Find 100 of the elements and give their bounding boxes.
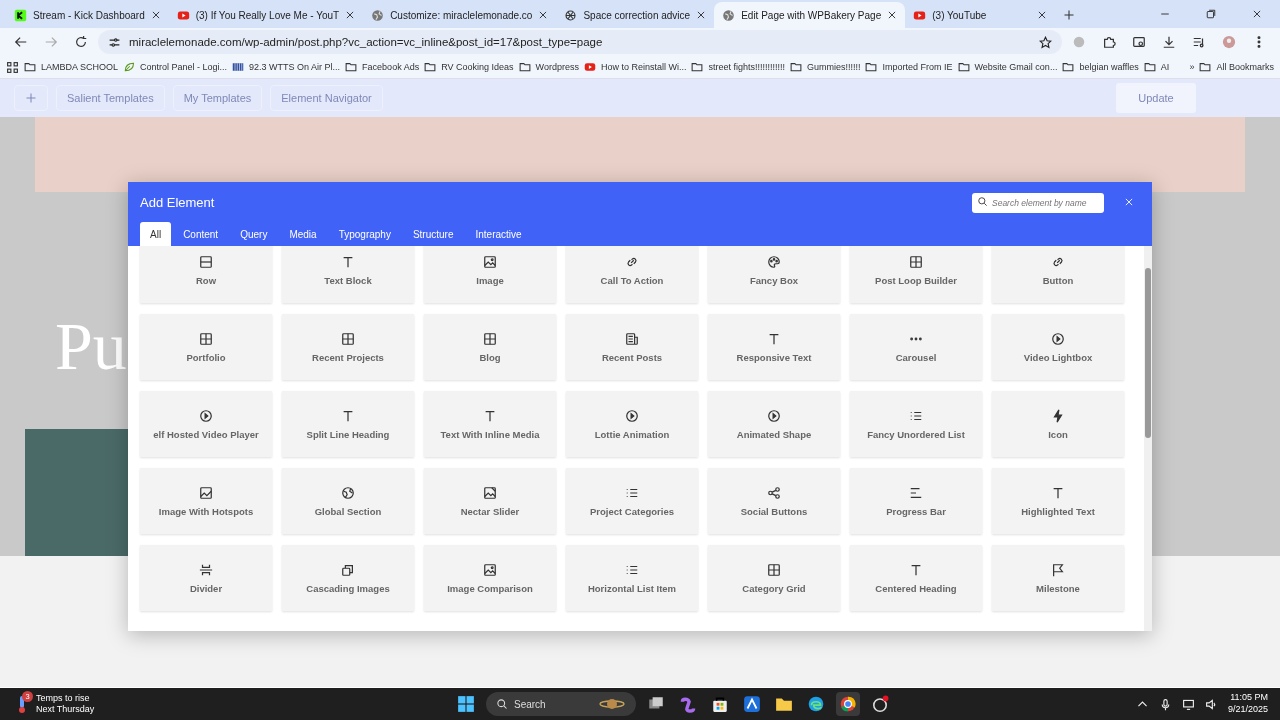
monitor-icon	[1181, 697, 1195, 711]
plus-icon	[1063, 9, 1076, 21]
address-bar[interactable]: miraclelemonade.com/wp-admin/post.php?vc_action=vc_inline&post_id=17&post_type=page	[98, 30, 1062, 54]
back-arrow-icon	[14, 35, 28, 49]
element-tile[interactable]: Blog	[424, 314, 556, 380]
element-tile[interactable]: Icon	[992, 391, 1124, 457]
element-tile[interactable]: elf Hosted Video Player	[140, 391, 272, 457]
element-tile[interactable]: Image	[424, 246, 556, 303]
element-tile[interactable]: Fancy Box	[708, 246, 840, 303]
folder-icon	[1199, 61, 1212, 73]
bookmark[interactable]: Website Gmail con...	[957, 61, 1058, 73]
clock-date: 9/21/2025	[1227, 704, 1268, 716]
play-icon	[625, 408, 639, 423]
toolbar-button[interactable]: Salient Templates	[56, 85, 165, 111]
bookmark[interactable]: Facebook Ads	[345, 61, 420, 73]
close-icon	[150, 10, 161, 20]
browser-tab[interactable]: (3) If You Really Love Me - YouT	[168, 2, 364, 28]
element-tile[interactable]: Project Categories	[566, 468, 698, 534]
bookmark[interactable]: 92.3 WTTS On Air Pl...	[232, 61, 341, 73]
element-tile[interactable]: Nectar Slider	[424, 468, 556, 534]
bookmark[interactable]: Gummies!!!!!!	[789, 61, 861, 73]
bookmark[interactable]: AI	[1143, 61, 1170, 73]
category-tab[interactable]: Media	[279, 222, 327, 246]
element-tile[interactable]: Text With Inline Media	[424, 391, 556, 457]
element-tile[interactable]: Recent Projects	[282, 314, 414, 380]
element-tile[interactable]: Portfolio	[140, 314, 272, 380]
element-tile[interactable]: Progress Bar	[850, 468, 982, 534]
element-tile[interactable]: Global Section	[282, 468, 414, 534]
category-tab[interactable]: All	[140, 222, 172, 246]
category-tab[interactable]: Content	[173, 222, 229, 246]
scrollbar[interactable]	[1144, 246, 1152, 631]
folder-icon	[424, 61, 437, 73]
knot-icon	[564, 8, 578, 22]
element-tile[interactable]: Cascading Images	[282, 545, 414, 611]
browser-tab[interactable]: (3) YouTube	[905, 2, 1056, 28]
apps-grid-icon	[6, 60, 19, 74]
category-tab[interactable]: Query	[230, 222, 278, 246]
element-tile[interactable]: Responsive Text	[708, 314, 840, 380]
element-tile[interactable]: Post Loop Builder	[850, 246, 982, 303]
element-tile[interactable]: Image With Hotspots	[140, 468, 272, 534]
element-tile[interactable]: Text Block	[282, 246, 414, 303]
category-tab[interactable]: Structure	[402, 222, 464, 246]
search-field[interactable]: Search element by name	[972, 193, 1104, 213]
browser-tab[interactable]: Space correction advice	[556, 2, 715, 28]
element-tile[interactable]: Centered Heading	[850, 545, 982, 611]
play-icon	[199, 408, 213, 423]
record-icon	[871, 695, 889, 713]
taskbar-search[interactable]: Search	[486, 692, 636, 716]
clock-time: 11:05 PM	[1230, 692, 1268, 704]
element-tile[interactable]: Carousel	[850, 314, 982, 380]
element-tile[interactable]: Image Comparison	[424, 545, 556, 611]
taskbar-app[interactable]	[836, 692, 860, 716]
more-bookmarks-button[interactable]: »	[1189, 62, 1195, 72]
folder-icon	[24, 61, 36, 73]
toolbar-button[interactable]: My Templates	[172, 85, 263, 111]
toolbar-button[interactable]: Element Navigator	[270, 85, 383, 111]
update-button[interactable]: Update	[1116, 83, 1196, 113]
category-tab[interactable]: Typography	[328, 222, 401, 246]
element-tile[interactable]: Split Line Heading	[282, 391, 414, 457]
element-tile[interactable]: Recent Posts	[566, 314, 698, 380]
element-tile[interactable]: Milestone	[992, 545, 1124, 611]
bookmark[interactable]: Imported From IE	[865, 61, 953, 73]
weather-subtitle: Next Thursday	[36, 704, 95, 716]
image-icon	[199, 485, 213, 500]
grid-icon	[341, 331, 355, 346]
element-tile[interactable]: Fancy Unordered List	[850, 391, 982, 457]
browser-tab[interactable]: Edit Page with WPBakery Page	[714, 2, 906, 28]
play-icon	[1051, 331, 1065, 346]
bookmark[interactable]: LAMBDA SCHOOL	[24, 61, 119, 73]
progress-icon	[909, 485, 923, 500]
close-icon	[696, 10, 707, 20]
bookmark[interactable]: street fights!!!!!!!!!!!!	[691, 61, 785, 73]
close-icon	[887, 10, 898, 20]
element-tile[interactable]: Highlighted Text	[992, 468, 1124, 534]
folder-icon	[1062, 61, 1075, 73]
category-tab[interactable]: Interactive	[465, 222, 532, 246]
element-tile[interactable]: Row	[140, 246, 272, 303]
bookmark[interactable]: Wordpress	[518, 61, 579, 73]
browser-swirl-icon	[807, 695, 825, 713]
element-tile[interactable]: Category Grid	[708, 545, 840, 611]
element-tile[interactable]: Video Lightbox	[992, 314, 1124, 380]
element-tile[interactable]: Divider	[140, 545, 272, 611]
browser-tab[interactable]: Customize: miraclelemonade.co	[363, 2, 557, 28]
search-icon	[496, 698, 508, 710]
bookmark[interactable]: belgian waffles	[1062, 61, 1139, 73]
element-tile[interactable]: Call To Action	[566, 246, 698, 303]
element-tile[interactable]: Animated Shape	[708, 391, 840, 457]
layers-icon	[341, 562, 355, 577]
browser-circle-icon	[839, 695, 857, 713]
app-logo-icon	[14, 8, 27, 22]
bookmark[interactable]: How to Reinstall Wi...	[583, 61, 687, 73]
leaf-icon	[123, 61, 136, 73]
element-tile[interactable]: Button	[992, 246, 1124, 303]
all-bookmarks-button[interactable]: All Bookmarks	[1199, 61, 1274, 73]
bookmark[interactable]: Control Panel - Logi...	[123, 61, 228, 73]
bookmark[interactable]: RV Cooking Ideas	[424, 61, 514, 73]
browser-tab[interactable]: Stream - Kick Dashboard	[6, 2, 169, 28]
element-tile[interactable]: Horizontal List Item	[566, 545, 698, 611]
element-tile[interactable]: Lottie Animation	[566, 391, 698, 457]
element-tile[interactable]: Social Buttons	[708, 468, 840, 534]
